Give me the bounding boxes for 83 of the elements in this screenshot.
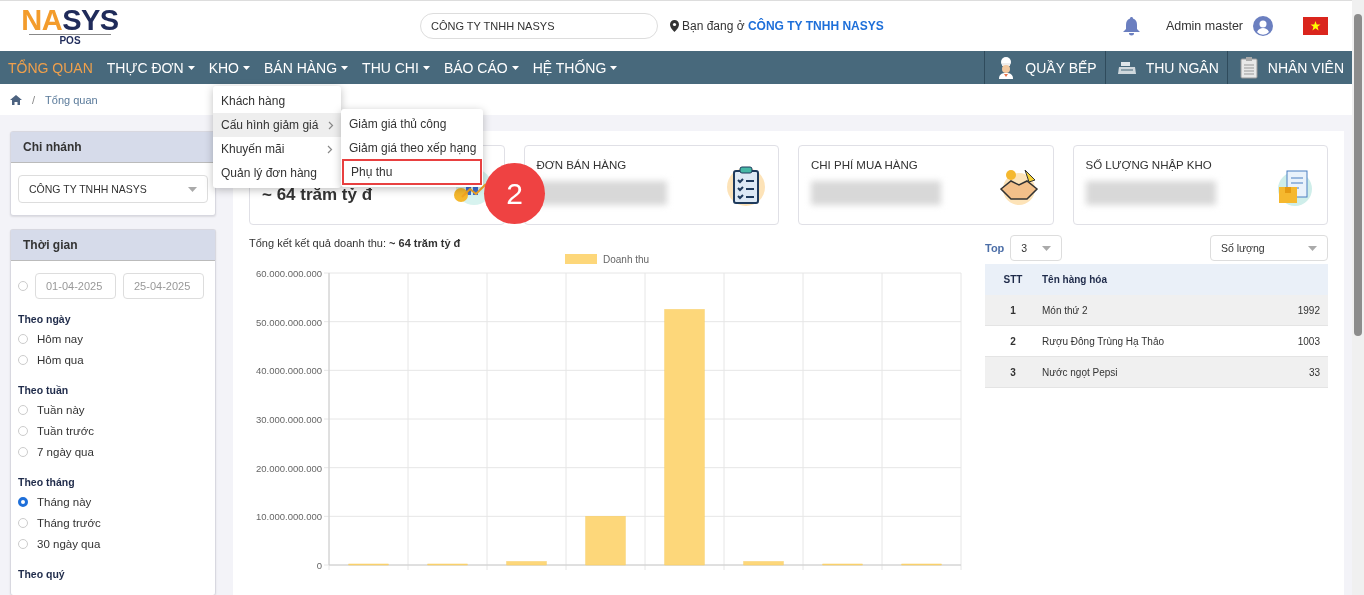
group-label: Theo tháng bbox=[18, 476, 76, 488]
menu-item[interactable]: Giảm giá theo xếp hạng bbox=[341, 136, 483, 160]
metric-select[interactable]: Số lượng bbox=[1210, 235, 1328, 261]
radio-label[interactable]: 7 ngày qua bbox=[37, 445, 94, 458]
revenue-summary: Tổng kết kết quả doanh thu: ~ 64 trăm tỷ đ bbox=[249, 237, 462, 249]
panel-title: Chi nhánh bbox=[11, 132, 215, 163]
clipboard-icon bbox=[1239, 56, 1258, 79]
nav-tab[interactable]: THU CHI bbox=[354, 51, 436, 84]
chef-icon bbox=[997, 56, 1016, 79]
top-label: Top bbox=[985, 242, 1005, 254]
caret-icon bbox=[188, 186, 197, 192]
legend-swatch bbox=[565, 254, 597, 264]
group-label: Theo quý bbox=[18, 568, 66, 580]
table-cell: Rượu Đông Trùng Hạ Thảo bbox=[1041, 325, 1271, 357]
radio-label[interactable]: Tuần này bbox=[37, 403, 85, 416]
nav-tab[interactable]: BÁN HÀNG bbox=[255, 51, 355, 84]
nav-tab[interactable]: HỆ THỐNG bbox=[524, 51, 624, 84]
group-label: Theo ngày bbox=[18, 313, 72, 325]
radio-label[interactable]: Hôm nay bbox=[37, 332, 84, 345]
top-count-select[interactable]: 3 bbox=[1010, 235, 1063, 261]
y-tick-label: 40.000.000.000 bbox=[255, 365, 322, 377]
menu-item[interactable]: Cấu hình giảm giá bbox=[213, 113, 341, 137]
y-tick-label: 20.000.000.000 bbox=[255, 462, 322, 474]
radio-label[interactable]: 30 ngày qua bbox=[37, 537, 101, 550]
y-tick-label: 50.000.000.000 bbox=[255, 316, 322, 328]
revenue-bar bbox=[743, 561, 784, 566]
y-tick-label: 0 bbox=[316, 560, 322, 571]
radio-label[interactable]: Tuần trước bbox=[37, 424, 94, 437]
menu-item[interactable]: Khách hàng bbox=[213, 89, 341, 113]
card-title: CHI PHÍ MUA HÀNG bbox=[811, 159, 919, 171]
card-value: ~ 64 trăm tỷ đ bbox=[262, 185, 373, 205]
bell-icon[interactable] bbox=[1122, 16, 1140, 36]
revenue-bar bbox=[427, 563, 468, 566]
card-title: SỐ LƯỢNG NHẬP KHO bbox=[1085, 159, 1213, 171]
branch-select[interactable]: CÔNG TY TNHH NASYS bbox=[18, 175, 208, 203]
revenue-bar bbox=[901, 563, 942, 566]
table-cell: 2 bbox=[985, 325, 1041, 357]
map-pin-icon bbox=[670, 20, 679, 32]
logo[interactable]: NASYS POS bbox=[10, 6, 130, 46]
table-cell: 1 bbox=[985, 295, 1041, 326]
revenue-bar bbox=[585, 516, 626, 566]
radio-label[interactable]: Tháng này bbox=[37, 495, 92, 508]
scrollbar[interactable] bbox=[1352, 0, 1364, 595]
radio-label[interactable]: Hôm qua bbox=[37, 353, 84, 366]
user-avatar-icon[interactable] bbox=[1253, 16, 1273, 36]
nav-tab[interactable]: BÁO CÁO bbox=[435, 51, 525, 84]
panel-title: Thời gian bbox=[11, 230, 215, 261]
caret-icon bbox=[1308, 245, 1317, 251]
revenue-bar bbox=[506, 561, 547, 566]
y-tick-label: 30.000.000.000 bbox=[255, 414, 322, 425]
menu-item[interactable]: Khuyến mãi bbox=[213, 137, 341, 161]
branch-search-field[interactable]: CÔNG TY TNHH NASYS bbox=[420, 13, 658, 39]
column-header: Tên hàng hóa bbox=[1041, 264, 1271, 295]
location-text: Bạn đang ở CÔNG TY TNHH NASYS bbox=[682, 19, 884, 33]
table-cell: 33 bbox=[1270, 356, 1328, 388]
y-tick-label: 10.000.000.000 bbox=[255, 511, 322, 523]
column-header: STT bbox=[985, 264, 1041, 295]
revenue-bar bbox=[348, 563, 389, 566]
user-name[interactable]: Admin master bbox=[1165, 19, 1243, 33]
menu-item[interactable]: Giảm giá thủ công bbox=[341, 112, 483, 136]
table-cell: 1992 bbox=[1270, 295, 1328, 326]
table-cell: 1003 bbox=[1270, 325, 1328, 357]
radio-label[interactable]: Tháng trước bbox=[37, 516, 101, 529]
table-cell: Món thứ 2 bbox=[1041, 295, 1271, 326]
home-icon[interactable] bbox=[10, 94, 22, 105]
checklist-icon bbox=[726, 163, 766, 207]
table-cell: 3 bbox=[985, 356, 1041, 388]
revenue-bar bbox=[822, 563, 863, 566]
nav-tab[interactable]: KHO bbox=[200, 51, 256, 84]
menu-item[interactable]: Phụ thu bbox=[343, 160, 481, 184]
y-tick-label: 60.000.000.000 bbox=[255, 268, 322, 279]
group-label: Theo tuần bbox=[18, 384, 70, 396]
flag-icon[interactable] bbox=[1303, 17, 1328, 35]
cash-register-icon bbox=[1117, 60, 1136, 75]
nav-tab[interactable]: THỰC ĐƠN bbox=[98, 51, 201, 84]
caret-icon bbox=[1042, 245, 1052, 251]
legend-label: Doanh thu bbox=[603, 254, 650, 265]
breadcrumb-link[interactable]: Tổng quan bbox=[45, 93, 98, 106]
table-cell: Nước ngọt Pepsi bbox=[1041, 356, 1271, 388]
menu-item[interactable]: Quản lý đơn hàng bbox=[213, 161, 341, 185]
radio-button[interactable] bbox=[18, 496, 28, 507]
breadcrumb-separator: / bbox=[32, 93, 36, 106]
box-clipboard-icon bbox=[1275, 167, 1315, 207]
